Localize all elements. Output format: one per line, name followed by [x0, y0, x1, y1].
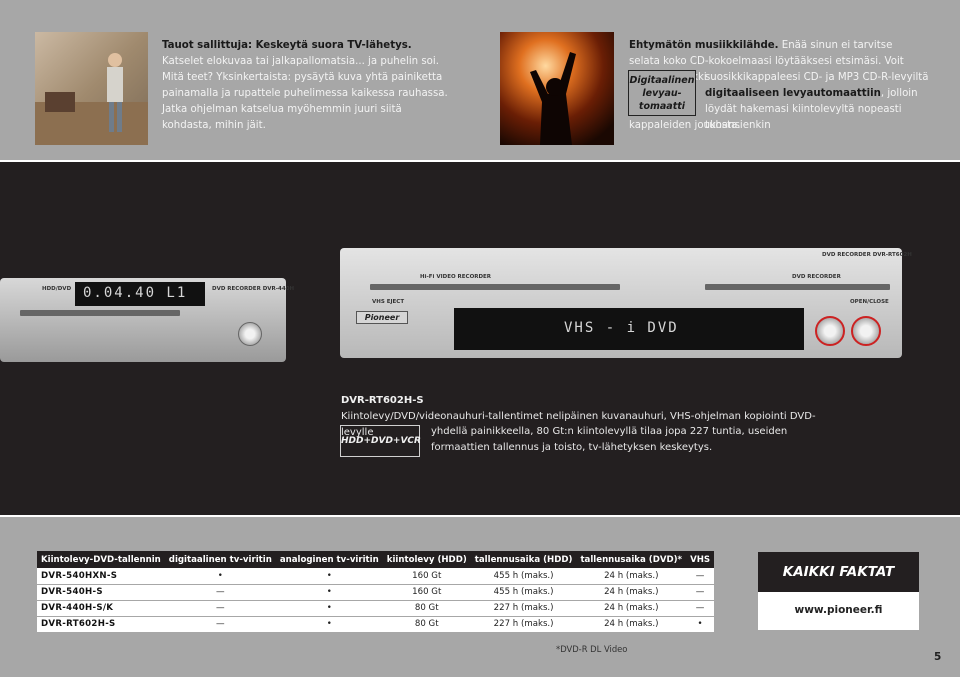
- table-cell: 455 h (maks.): [470, 568, 577, 585]
- table-cell: 160 Gt: [382, 568, 471, 585]
- device-right-dvd-section-label: DVD RECORDER: [792, 274, 841, 280]
- table-cell: 24 h (maks.): [576, 616, 687, 633]
- table-cell: •: [275, 584, 383, 601]
- table-footnote: *DVD-R DL Video: [556, 644, 628, 654]
- table-row: DVR-440H-S/K — • 80 Gt 227 h (maks.) 24 …: [37, 600, 715, 617]
- table-row: DVR-540H-S — • 160 Gt 455 h (maks.) 24 h…: [37, 584, 715, 601]
- facts-title: KAIKKI FAKTAT: [758, 552, 919, 592]
- device-right-label: DVD RECORDER DVR-RT602H: [822, 252, 912, 258]
- device-right-open-label: OPEN/CLOSE: [850, 299, 889, 305]
- device-right-display: VHS - i DVD: [454, 308, 804, 350]
- table-cell: 455 h (maks.): [470, 584, 577, 601]
- device-right-vhs-section-label: Hi-Fi VIDEO RECORDER: [420, 274, 492, 280]
- photo-man-on-phone: [35, 32, 148, 145]
- table-cell: 24 h (maks.): [576, 568, 687, 585]
- device-left-brand-badge: HDD/DVD: [42, 286, 72, 292]
- table-cell: —: [686, 568, 715, 585]
- table-cell: —: [164, 584, 276, 601]
- model-comparison-table: Kiintolevy-DVD-tallennin digitaalinen tv…: [37, 551, 715, 633]
- table-header: VHS: [686, 551, 715, 568]
- table-cell: 227 h (maks.): [470, 616, 577, 633]
- table-cell: —: [686, 600, 715, 617]
- facts-box: KAIKKI FAKTAT www.pioneer.fi: [758, 552, 919, 630]
- table-cell-model: DVR-RT602H-S: [37, 616, 165, 633]
- device-left-label: DVD RECORDER DVR-440H: [212, 286, 295, 292]
- table-cell: •: [275, 568, 383, 585]
- table-cell: —: [164, 616, 276, 633]
- model-heading: DVR-RT602H-S: [341, 395, 424, 406]
- table-cell: •: [275, 600, 383, 617]
- table-row: DVR-RT602H-S — • 80 Gt 227 h (maks.) 24 …: [37, 616, 715, 633]
- pioneer-website-link[interactable]: www.pioneer.fi: [758, 604, 919, 616]
- model-description-line-2: yhdellä painikkeella, 80 Gt:n kiintolevy…: [431, 426, 788, 453]
- device-right-eject-label: VHS EJECT: [372, 299, 405, 305]
- table-header: Kiintolevy-DVD-tallennin: [37, 551, 165, 568]
- table-cell: •: [686, 616, 715, 633]
- device-left-display: 0.04.40 L1: [75, 282, 205, 306]
- table-cell: 24 h (maks.): [576, 584, 687, 601]
- intro-left-body: Katselet elokuvaa tai jalkapallomatsia..…: [162, 56, 448, 131]
- table-cell: —: [164, 600, 276, 617]
- intro-left-text: Tauot sallittuja: Keskeytä suora TV-lähe…: [162, 38, 452, 134]
- table-cell: 24 h (maks.): [576, 600, 687, 617]
- table-cell: —: [686, 584, 715, 601]
- table-row: DVR-540HXN-S • • 160 Gt 455 h (maks.) 24…: [37, 568, 715, 585]
- pioneer-logo: Pioneer: [356, 311, 408, 324]
- device-left-dial: [238, 322, 262, 346]
- photo-concert-crowd: [500, 32, 614, 145]
- device-right-dvd-slot: [705, 284, 890, 290]
- table-cell: 227 h (maks.): [470, 600, 577, 617]
- page-number: 5: [934, 651, 942, 663]
- table-header: digitaalinen tv-viritin: [164, 551, 276, 568]
- table-header: analoginen tv-viritin: [275, 551, 383, 568]
- intro-right-body-bold: digitaaliseen levyautomaattiin: [705, 88, 881, 99]
- table-cell-model: DVR-540H-S: [37, 584, 165, 601]
- table-cell: 80 Gt: [382, 616, 471, 633]
- table-cell: 160 Gt: [382, 584, 471, 601]
- digital-jukebox-badge: Digitaalinen levyau- tomaatti: [628, 70, 696, 116]
- table-header: tallennusaika (DVD)*: [576, 551, 687, 568]
- table-cell-model: DVR-540HXN-S: [37, 568, 165, 585]
- table-cell: •: [164, 568, 276, 585]
- table-cell: 80 Gt: [382, 600, 471, 617]
- device-right-dial-auto-copy: [815, 316, 845, 346]
- intro-right-body-b1: suosikkikappaleesi CD- ja MP3 CD-R-levyi…: [705, 72, 929, 83]
- table-header-row: Kiintolevy-DVD-tallennin digitaalinen tv…: [37, 551, 715, 568]
- device-right-dial-record: [851, 316, 881, 346]
- device-left-disc-slot: [20, 310, 180, 316]
- hdd-dvd-vcr-badge: HDD+DVD+VCR: [340, 425, 421, 457]
- device-right-vhs-slot: [370, 284, 620, 290]
- intro-right-text-end: kappaleiden joukosta.: [629, 118, 789, 134]
- intro-right-body-c: kappaleiden joukosta.: [629, 120, 741, 131]
- table-header: tallennusaika (HDD): [470, 551, 577, 568]
- table-cell: •: [275, 616, 383, 633]
- intro-right-lead: Ehtymätön musiikkilähde.: [629, 40, 779, 51]
- table-header: kiintolevy (HDD): [382, 551, 471, 568]
- intro-left-lead: Tauot sallittuja: Keskeytä suora TV-lähe…: [162, 40, 412, 51]
- table-cell-model: DVR-440H-S/K: [37, 600, 165, 617]
